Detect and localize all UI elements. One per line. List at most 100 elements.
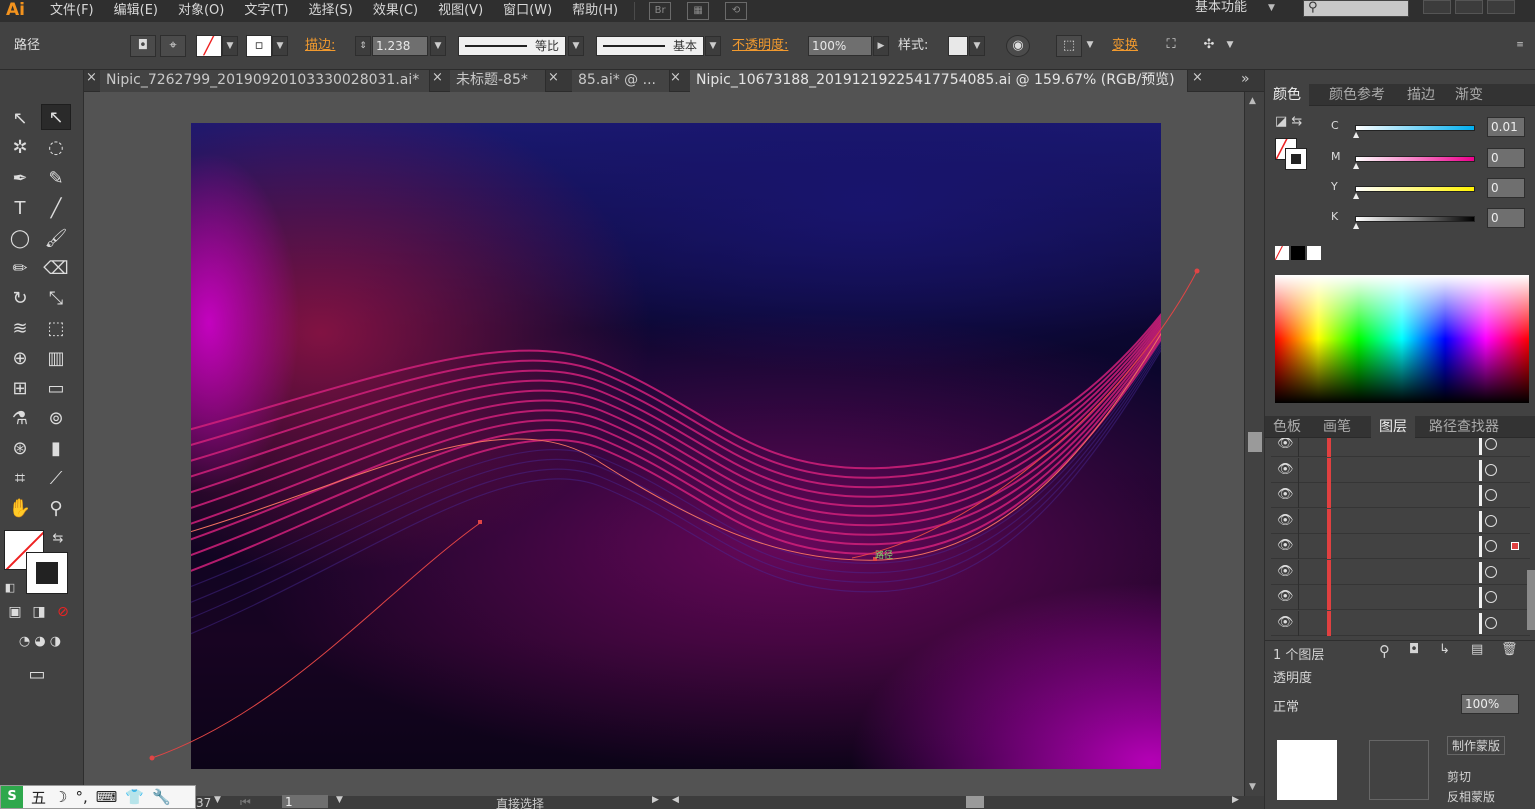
opacity-arrow[interactable]: ▶ — [873, 36, 889, 56]
default-colors-icon[interactable]: ◧ — [2, 575, 18, 601]
color-mode-icon[interactable]: ▣ — [5, 602, 25, 622]
warp-dropdown[interactable]: ▼ — [1222, 36, 1238, 56]
swap-fill-stroke-icon[interactable]: ⇆ — [48, 526, 68, 552]
lasso-icon[interactable]: ◌ — [41, 135, 71, 161]
layer-row[interactable]: 👁 — [1271, 457, 1530, 483]
magic-wand-icon[interactable]: ✲ — [5, 135, 35, 161]
new-layer-icon[interactable]: ▤ — [1471, 642, 1483, 657]
gradient-mode-icon[interactable]: ◨ — [29, 602, 49, 622]
free-transform-icon[interactable]: ⬚ — [41, 316, 71, 342]
target-icon[interactable] — [1485, 540, 1497, 552]
direction-point[interactable] — [149, 755, 155, 761]
brush-definition[interactable]: 基本 — [596, 36, 704, 56]
eye-icon[interactable]: 👁 — [1277, 462, 1294, 477]
slider-thumb[interactable]: ▲ — [1353, 130, 1359, 139]
stroke-indicator[interactable] — [1285, 148, 1307, 170]
type-tool-icon[interactable]: T — [5, 196, 35, 222]
close-icon[interactable]: × — [548, 70, 559, 85]
close-window-button[interactable] — [1487, 0, 1515, 14]
layers-scroll-thumb[interactable] — [1527, 570, 1535, 630]
menu-object[interactable]: 对象(O) — [168, 1, 234, 21]
skin-icon[interactable]: 👕 — [125, 788, 144, 806]
menu-help[interactable]: 帮助(H) — [562, 1, 628, 21]
layer-row[interactable]: 👁 — [1271, 585, 1530, 610]
cyan-slider[interactable] — [1355, 125, 1475, 131]
menu-view[interactable]: 视图(V) — [428, 1, 493, 21]
eye-icon[interactable]: 👁 — [1277, 487, 1294, 502]
pen-tool-icon[interactable]: ✒ — [5, 166, 35, 192]
close-icon[interactable]: × — [432, 70, 443, 85]
lock-column[interactable] — [1298, 534, 1299, 559]
stroke-weight-dropdown[interactable]: ▼ — [430, 36, 446, 56]
lock-column[interactable] — [1298, 457, 1299, 483]
eye-icon[interactable]: 👁 — [1277, 589, 1294, 604]
scroll-up-icon[interactable]: ▲ — [1249, 96, 1256, 106]
hand-tool-icon[interactable]: ✋ — [5, 496, 35, 522]
width-tool-icon[interactable]: ≋ — [5, 316, 35, 342]
chevron-down-icon[interactable]: ▼ — [336, 795, 343, 805]
shape-builder-icon[interactable]: ⊕ — [5, 346, 35, 372]
stroke-swatch-icon[interactable]: ▫ — [246, 35, 272, 57]
paintbrush-icon[interactable]: 🖌 — [41, 226, 71, 252]
tab-stroke[interactable]: 描边 — [1399, 84, 1443, 106]
variable-width-profile[interactable]: 等比 — [458, 36, 566, 56]
hscroll-thumb[interactable] — [966, 796, 984, 808]
color-spectrum[interactable] — [1275, 275, 1529, 403]
cyan-value[interactable]: 0.01 — [1487, 117, 1525, 137]
hscroll-right-icon[interactable]: ▶ — [1232, 795, 1239, 805]
punctuation-icon[interactable]: °, — [75, 788, 87, 806]
target-icon[interactable] — [1485, 438, 1497, 450]
recolor-icon[interactable]: ◉ — [1006, 35, 1030, 57]
menu-edit[interactable]: 编辑(E) — [104, 1, 168, 21]
layer-row[interactable]: 👁 — [1271, 610, 1530, 636]
trash-icon[interactable]: 🗑 — [1501, 642, 1518, 657]
tab-brushes[interactable]: 画笔 — [1315, 416, 1359, 438]
new-sublayer-icon[interactable]: ↳ — [1439, 642, 1450, 657]
layer-row[interactable]: 👁 — [1271, 534, 1530, 559]
style-swatch[interactable] — [948, 36, 968, 56]
selection-indicator[interactable] — [1511, 542, 1519, 550]
input-mode-icon[interactable]: 五 — [31, 787, 46, 808]
status-arrow-icon[interactable]: ▶ — [652, 795, 659, 805]
stroke-stepper[interactable]: ⇕ — [355, 36, 371, 56]
line-tool-icon[interactable]: ╱ — [41, 196, 71, 222]
fill-none-icon[interactable]: ╱ — [196, 35, 222, 57]
yellow-slider[interactable] — [1355, 186, 1475, 192]
menu-file[interactable]: 文件(F) — [40, 1, 104, 21]
tab-color-guide[interactable]: 颜色参考 — [1321, 84, 1393, 106]
eyedropper-icon[interactable]: ⚗ — [5, 406, 35, 432]
ellipse-tool-icon[interactable]: ◯ — [5, 226, 35, 252]
chevron-down-icon[interactable]: ▼ — [214, 795, 221, 805]
eye-icon[interactable]: 👁 — [1277, 615, 1294, 630]
lock-column[interactable] — [1298, 585, 1299, 610]
maximize-button[interactable] — [1455, 0, 1483, 14]
lock-column[interactable] — [1298, 508, 1299, 534]
curvature-tool-icon[interactable]: ✎ — [41, 166, 71, 192]
lock-column[interactable] — [1298, 610, 1299, 636]
target-icon[interactable] — [1485, 591, 1497, 603]
chevron-down-icon[interactable]: ▼ — [1268, 3, 1275, 13]
close-icon[interactable]: × — [1192, 70, 1203, 85]
target-icon[interactable] — [1485, 565, 1497, 578]
tab-doc-active[interactable]: Nipic_10673188_20191219225417754085.ai @… — [690, 70, 1188, 92]
magenta-value[interactable]: 0 — [1487, 148, 1525, 168]
menu-type[interactable]: 文字(T) — [234, 1, 298, 21]
tab-doc-2[interactable]: 未标题-85* — [450, 70, 546, 92]
black-slider[interactable] — [1355, 216, 1475, 222]
isolate-icon[interactable]: ◘ — [130, 35, 156, 57]
transform-link[interactable]: 变换 — [1112, 35, 1138, 57]
transparency-opacity-input[interactable]: 100% — [1461, 694, 1519, 714]
stroke-swatch[interactable] — [26, 552, 68, 594]
tab-gradient[interactable]: 渐变 — [1447, 84, 1491, 106]
stroke-link[interactable]: 描边: — [305, 35, 335, 57]
slice-tool-icon[interactable]: ⟋ — [41, 466, 71, 492]
close-icon[interactable]: × — [670, 70, 681, 85]
panel-menu-icon[interactable]: ≡ — [1512, 36, 1528, 56]
yellow-value[interactable]: 0 — [1487, 178, 1525, 198]
wrench-icon[interactable]: 🔧 — [152, 788, 171, 806]
eye-icon[interactable]: 👁 — [1277, 438, 1294, 451]
scroll-down-icon[interactable]: ▼ — [1249, 782, 1256, 792]
tab-color[interactable]: 颜色 — [1265, 84, 1309, 106]
profile-dropdown[interactable]: ▼ — [568, 36, 584, 56]
opacity-link[interactable]: 不透明度: — [732, 35, 788, 57]
